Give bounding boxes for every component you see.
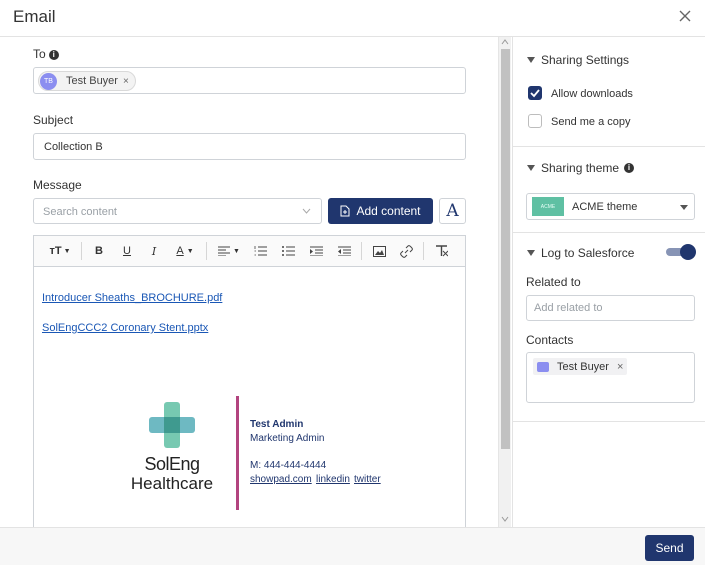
clear-format-button[interactable] (434, 243, 448, 259)
signature-link-website[interactable]: showpad.com (250, 474, 312, 485)
chevron-down-icon (302, 208, 311, 214)
dialog-header: Email (0, 0, 705, 37)
theme-name: ACME theme (572, 201, 638, 213)
outdent-button[interactable] (337, 243, 351, 259)
allow-downloads-checkbox[interactable] (528, 86, 542, 100)
dialog-title: Email (13, 7, 56, 26)
indent-icon (309, 246, 323, 256)
compose-pane: To i TB Test Buyer × Subject Collection B… (0, 37, 512, 527)
send-copy-checkbox[interactable] (528, 114, 542, 128)
sharing-settings-header[interactable]: Sharing Settings (527, 53, 629, 67)
bullet-list-icon (281, 246, 295, 256)
font-style-button[interactable]: A (439, 198, 466, 224)
clear-format-icon (435, 245, 448, 257)
add-content-button[interactable]: Add content (328, 198, 433, 224)
scroll-thumb[interactable] (501, 49, 510, 449)
logo-wordmark-sub: Healthcare (130, 474, 214, 493)
caret-down-icon (680, 205, 688, 210)
signature-link-twitter[interactable]: twitter (354, 474, 381, 485)
to-field[interactable]: TB Test Buyer × (33, 67, 466, 94)
recipient-name: Test Buyer (66, 75, 118, 87)
signature-name: Test Admin (250, 419, 304, 430)
logo-wordmark: SolEng (144, 454, 200, 474)
contact-card-icon (537, 361, 549, 372)
remove-contact-button[interactable]: × (617, 361, 623, 373)
ordered-list-button[interactable] (253, 243, 267, 259)
contacts-field[interactable]: Test Buyer × (526, 352, 695, 403)
settings-sidebar: Sharing Settings Allow downloads Send me… (512, 37, 705, 527)
divider (513, 232, 705, 233)
indent-button[interactable] (309, 243, 323, 259)
attachment-link[interactable]: SolEngCCC2 Coronary Stent.pptx (42, 322, 208, 334)
message-editor[interactable]: тT ▼ B U I A ▼ ▼ Introducer Sheaths_BROC… (33, 235, 466, 527)
soleng-logo-cross-icon (149, 402, 195, 448)
compose-scrollbar[interactable] (498, 37, 511, 527)
send-button[interactable]: Send (645, 535, 694, 561)
close-icon[interactable] (677, 8, 693, 24)
font-color-button[interactable]: A ▼ (173, 243, 197, 259)
subject-value: Collection B (44, 141, 103, 153)
link-icon (399, 244, 413, 258)
divider (513, 421, 705, 422)
ordered-list-icon (254, 246, 267, 256)
signature-phone: M: 444-444-4444 (250, 460, 327, 471)
search-placeholder: Search content (43, 206, 117, 218)
related-to-label: Related to (526, 275, 581, 289)
attachment-link[interactable]: Introducer Sheaths_BROCHURE.pdf (42, 292, 222, 304)
salesforce-toggle[interactable] (666, 244, 696, 260)
insert-image-button[interactable] (372, 243, 386, 259)
image-icon (372, 245, 386, 257)
related-to-input[interactable]: Add related to (526, 295, 695, 321)
salesforce-header[interactable]: Log to Salesforce (527, 246, 634, 260)
contact-name: Test Buyer (557, 360, 609, 373)
italic-button[interactable]: I (147, 243, 161, 259)
message-label: Message (33, 178, 82, 192)
to-label: To i (33, 47, 59, 61)
text-size-button[interactable]: тT ▼ (48, 243, 72, 259)
contact-chip: Test Buyer × (533, 358, 628, 375)
info-icon[interactable]: i (48, 50, 59, 60)
send-copy-label: Send me a copy (551, 116, 631, 128)
allow-downloads-label: Allow downloads (551, 88, 633, 100)
signature-link-linkedin[interactable]: linkedin (316, 474, 350, 485)
theme-select[interactable]: ACME ACME theme (526, 193, 695, 220)
caret-down-icon (527, 57, 535, 63)
caret-down-icon (527, 165, 535, 171)
caret-down-icon (527, 250, 535, 256)
subject-label: Subject (33, 113, 74, 127)
avatar: TB (40, 72, 57, 90)
signature-role: Marketing Admin (250, 433, 325, 444)
scroll-up-icon[interactable] (501, 39, 509, 45)
divider (513, 146, 705, 147)
align-left-icon (218, 246, 231, 256)
sharing-theme-header[interactable]: Sharing theme i (527, 161, 635, 175)
related-to-placeholder: Add related to (534, 302, 603, 314)
underline-button[interactable]: U (120, 243, 134, 259)
scroll-down-icon[interactable] (501, 516, 509, 522)
insert-link-button[interactable] (399, 243, 413, 259)
contacts-label: Contacts (526, 333, 574, 347)
dialog-footer: Send (0, 527, 705, 565)
add-file-icon (340, 205, 350, 217)
editor-toolbar: тT ▼ B U I A ▼ ▼ (34, 236, 465, 267)
bold-button[interactable]: B (92, 243, 106, 259)
align-button[interactable]: ▼ (217, 243, 241, 259)
remove-recipient-button[interactable]: × (123, 76, 129, 87)
recipient-chip: TB Test Buyer × (38, 71, 136, 91)
subject-field[interactable]: Collection B (33, 133, 466, 160)
content-search-input[interactable]: Search content (33, 198, 322, 224)
theme-thumbnail: ACME (532, 197, 564, 216)
check-icon (530, 89, 540, 98)
bullet-list-button[interactable] (281, 243, 295, 259)
info-icon[interactable]: i (624, 163, 635, 173)
signature-divider (236, 396, 239, 510)
outdent-icon (337, 246, 351, 256)
